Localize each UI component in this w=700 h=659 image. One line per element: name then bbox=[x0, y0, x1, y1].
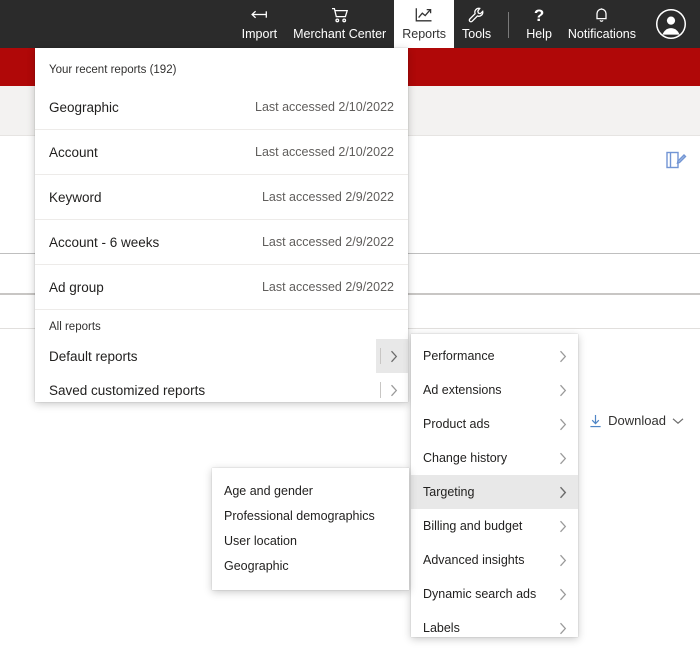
targeting-item-user-location[interactable]: User location bbox=[212, 528, 409, 553]
chevron-right-icon bbox=[559, 418, 567, 431]
submenu-item-label: Dynamic search ads bbox=[423, 587, 536, 601]
recent-report-item-account[interactable]: Account Last accessed 2/10/2022 bbox=[35, 130, 408, 175]
recent-report-item-geographic[interactable]: Geographic Last accessed 2/10/2022 bbox=[35, 85, 408, 130]
nav-item-label: Reports bbox=[402, 27, 446, 41]
targeting-submenu-panel: Age and gender Professional demographics… bbox=[212, 468, 409, 590]
targeting-item-geographic[interactable]: Geographic bbox=[212, 553, 409, 578]
nav-item-import[interactable]: Import bbox=[234, 0, 285, 48]
recent-report-item-keyword[interactable]: Keyword Last accessed 2/9/2022 bbox=[35, 175, 408, 220]
menu-item-label: Saved customized reports bbox=[49, 383, 205, 398]
nav-item-label: Notifications bbox=[568, 27, 636, 41]
user-avatar-icon[interactable] bbox=[656, 9, 686, 39]
nav-item-merchant-center[interactable]: Merchant Center bbox=[285, 0, 394, 48]
targeting-item-label: Professional demographics bbox=[224, 509, 375, 523]
avatar-wrapper[interactable] bbox=[644, 0, 692, 48]
nav-item-tools[interactable]: Tools bbox=[454, 0, 499, 48]
nav-item-label: Tools bbox=[462, 27, 491, 41]
submenu-item-performance[interactable]: Performance bbox=[411, 339, 578, 373]
edit-note-icon[interactable] bbox=[665, 150, 687, 170]
chevron-right-icon bbox=[390, 350, 398, 363]
submenu-item-label: Billing and budget bbox=[423, 519, 522, 533]
question-mark-icon: ? bbox=[534, 7, 544, 24]
chevron-right-icon bbox=[559, 486, 567, 499]
chevron-right-icon bbox=[559, 622, 567, 635]
recent-report-meta: Last accessed 2/9/2022 bbox=[262, 280, 394, 294]
submenu-item-billing-and-budget[interactable]: Billing and budget bbox=[411, 509, 578, 543]
recent-report-name: Account bbox=[49, 145, 98, 160]
submenu-item-change-history[interactable]: Change history bbox=[411, 441, 578, 475]
recent-report-meta: Last accessed 2/10/2022 bbox=[255, 100, 394, 114]
line-chart-icon bbox=[415, 7, 433, 24]
recent-report-meta: Last accessed 2/9/2022 bbox=[262, 190, 394, 204]
all-reports-heading: All reports bbox=[35, 310, 408, 339]
chevron-right-icon bbox=[390, 384, 398, 397]
submenu-item-label: Targeting bbox=[423, 485, 474, 499]
menu-separator-bar bbox=[380, 348, 381, 364]
shopping-cart-icon bbox=[331, 7, 349, 24]
submenu-item-product-ads[interactable]: Product ads bbox=[411, 407, 578, 441]
default-reports-submenu-panel: Performance Ad extensions Product ads Ch… bbox=[411, 334, 578, 637]
nav-divider bbox=[508, 12, 509, 38]
chevron-right-icon bbox=[559, 452, 567, 465]
submenu-expander[interactable] bbox=[376, 339, 408, 373]
top-navigation-bar: Import Merchant Center Reports bbox=[0, 0, 700, 48]
targeting-item-label: Geographic bbox=[224, 559, 289, 573]
chevron-right-icon bbox=[559, 350, 567, 363]
reports-menu-panel: Your recent reports (192) Geographic Las… bbox=[35, 48, 408, 402]
download-arrow-icon bbox=[589, 414, 602, 428]
recent-report-name: Account - 6 weeks bbox=[49, 235, 159, 250]
nav-item-label: Import bbox=[242, 27, 277, 41]
targeting-item-age-and-gender[interactable]: Age and gender bbox=[212, 478, 409, 503]
submenu-expander[interactable] bbox=[380, 373, 408, 407]
chevron-right-icon bbox=[559, 554, 567, 567]
targeting-item-professional-demographics[interactable]: Professional demographics bbox=[212, 503, 409, 528]
submenu-item-label: Product ads bbox=[423, 417, 490, 431]
recent-reports-heading: Your recent reports (192) bbox=[35, 56, 408, 85]
targeting-item-label: User location bbox=[224, 534, 297, 548]
submenu-item-labels[interactable]: Labels bbox=[411, 611, 578, 645]
menu-item-saved-customized-reports[interactable]: Saved customized reports bbox=[35, 373, 408, 407]
submenu-item-label: Labels bbox=[423, 621, 460, 635]
recent-report-name: Geographic bbox=[49, 100, 119, 115]
chevron-down-icon bbox=[672, 417, 684, 425]
nav-item-label: Help bbox=[526, 27, 552, 41]
download-button[interactable]: Download bbox=[589, 413, 684, 428]
wrench-icon bbox=[468, 7, 485, 24]
chevron-right-icon bbox=[559, 384, 567, 397]
nav-item-reports[interactable]: Reports bbox=[394, 0, 454, 48]
recent-report-name: Keyword bbox=[49, 190, 102, 205]
targeting-item-label: Age and gender bbox=[224, 484, 313, 498]
submenu-item-dynamic-search-ads[interactable]: Dynamic search ads bbox=[411, 577, 578, 611]
import-arrow-icon bbox=[250, 7, 268, 24]
menu-item-label: Default reports bbox=[49, 349, 138, 364]
app-root: month(1/1/2022 - 1/31/2022) bbox=[0, 0, 700, 659]
menu-separator-bar bbox=[380, 382, 381, 398]
submenu-item-label: Ad extensions bbox=[423, 383, 502, 397]
chevron-right-icon bbox=[559, 588, 567, 601]
submenu-item-advanced-insights[interactable]: Advanced insights bbox=[411, 543, 578, 577]
submenu-item-label: Change history bbox=[423, 451, 507, 465]
submenu-item-ad-extensions[interactable]: Ad extensions bbox=[411, 373, 578, 407]
nav-item-label: Merchant Center bbox=[293, 27, 386, 41]
recent-report-name: Ad group bbox=[49, 280, 104, 295]
chevron-right-icon bbox=[559, 520, 567, 533]
recent-report-item-ad-group[interactable]: Ad group Last accessed 2/9/2022 bbox=[35, 265, 408, 310]
recent-report-item-account-6-weeks[interactable]: Account - 6 weeks Last accessed 2/9/2022 bbox=[35, 220, 408, 265]
recent-report-meta: Last accessed 2/9/2022 bbox=[262, 235, 394, 249]
nav-item-notifications[interactable]: Notifications bbox=[560, 0, 644, 48]
nav-item-help[interactable]: ? Help bbox=[518, 0, 560, 48]
download-label: Download bbox=[608, 413, 666, 428]
menu-item-default-reports[interactable]: Default reports bbox=[35, 339, 408, 373]
recent-report-meta: Last accessed 2/10/2022 bbox=[255, 145, 394, 159]
submenu-item-label: Advanced insights bbox=[423, 553, 524, 567]
submenu-item-targeting[interactable]: Targeting bbox=[411, 475, 578, 509]
bell-icon bbox=[594, 7, 609, 24]
submenu-item-label: Performance bbox=[423, 349, 495, 363]
